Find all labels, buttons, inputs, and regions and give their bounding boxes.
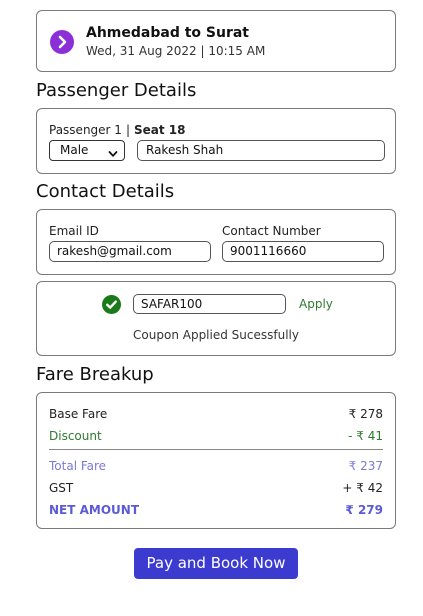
fare-row-base-fare: Base Fare ₹ 278 [49, 407, 383, 423]
contact-number-label: Contact Number [222, 224, 321, 238]
apply-coupon-button[interactable]: Apply [299, 297, 333, 311]
coupon-card: SAFAR100 Apply Coupon Applied Sucessfull… [36, 281, 396, 356]
fare-label: Discount [49, 429, 102, 443]
passenger-line: Passenger 1 | Seat 18 [49, 123, 185, 137]
journey-date-time: Wed, 31 Aug 2022 | 10:15 AM [86, 44, 266, 58]
gender-value: Male [60, 143, 89, 157]
fare-breakup-heading: Fare Breakup [36, 364, 154, 385]
fare-row-discount: Discount - ₹ 41 [49, 429, 383, 445]
fare-amount: - ₹ 41 [348, 429, 383, 443]
fare-amount: + ₹ 42 [342, 481, 383, 495]
fare-label: Base Fare [49, 407, 108, 421]
fare-label: Total Fare [49, 459, 107, 473]
fare-amount: ₹ 279 [345, 503, 383, 517]
fare-card: Base Fare ₹ 278 Discount - ₹ 41 Total Fa… [36, 392, 396, 529]
pay-and-book-button[interactable]: Pay and Book Now [134, 548, 298, 579]
passenger-label: Passenger 1 [49, 123, 122, 137]
passenger-separator: | [125, 123, 130, 137]
journey-card: Ahmedabad to Surat Wed, 31 Aug 2022 | 10… [36, 10, 396, 72]
contact-number-input[interactable]: 9001116660 [222, 241, 384, 262]
gender-select[interactable]: Male [49, 140, 125, 161]
fare-row-net-amount: NET AMOUNT ₹ 279 [49, 503, 383, 519]
passenger-details-heading: Passenger Details [36, 80, 197, 101]
contact-card: Email ID Contact Number rakesh@gmail.com… [36, 209, 396, 275]
chevron-down-icon [108, 146, 118, 165]
fare-label: GST [49, 481, 74, 495]
email-label: Email ID [49, 224, 99, 238]
fare-amount: ₹ 237 [348, 459, 383, 473]
fare-amount: ₹ 278 [348, 407, 383, 421]
fare-divider [49, 449, 383, 450]
fare-row-gst: GST + ₹ 42 [49, 481, 383, 497]
check-circle-icon [102, 295, 121, 314]
coupon-status-text: Coupon Applied Sucessfully [133, 328, 299, 342]
seat-number: Seat 18 [133, 123, 186, 137]
chevron-right-circle-icon[interactable] [50, 30, 74, 54]
fare-row-total-fare: Total Fare ₹ 237 [49, 459, 383, 475]
passenger-name-input[interactable]: Rakesh Shah [137, 140, 385, 161]
passenger-card: Passenger 1 | Seat 18 Male Rakesh Shah [36, 108, 396, 174]
route-title: Ahmedabad to Surat [86, 25, 249, 41]
fare-label: NET AMOUNT [49, 503, 140, 517]
email-input[interactable]: rakesh@gmail.com [49, 241, 211, 262]
coupon-code-input[interactable]: SAFAR100 [133, 294, 286, 314]
contact-details-heading: Contact Details [36, 181, 175, 202]
